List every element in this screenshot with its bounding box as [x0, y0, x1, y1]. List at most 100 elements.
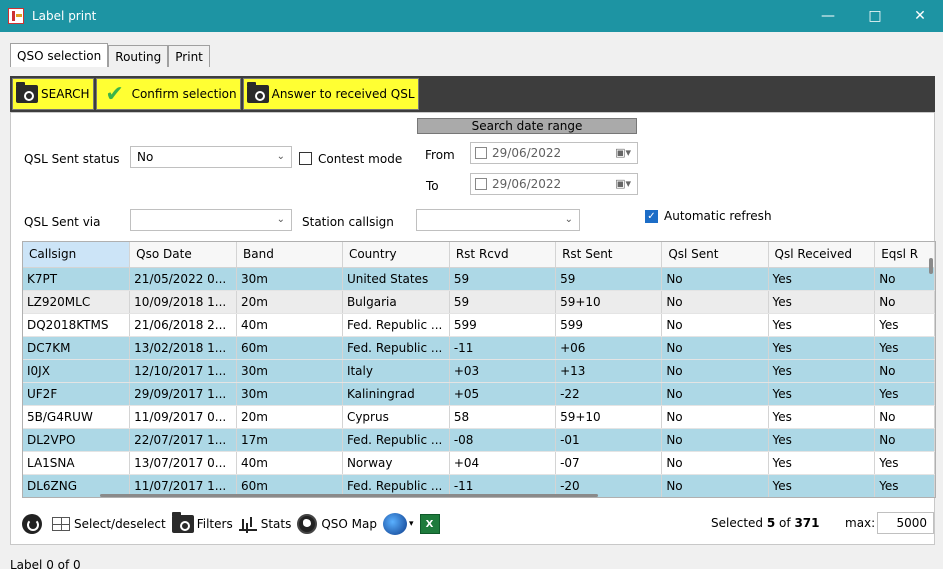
excel-export-button[interactable]: X — [419, 514, 440, 534]
qso-table: Callsign Qso Date Band Country Rst Rcvd Rst S… — [23, 242, 935, 497]
table-cell: No — [874, 428, 935, 452]
maximize-button[interactable]: □ — [852, 0, 898, 32]
table-cell: No — [661, 313, 769, 337]
google-earth-button[interactable]: ▾ — [383, 513, 414, 535]
confirm-selection-button[interactable]: ✔ Confirm selection — [95, 78, 241, 110]
bottom-toolbar: Select/deselect Filters Stats QSO Map ▾ … — [22, 511, 936, 537]
table-row[interactable]: K7PT 21/05/2022 0... 30m United States 59 59 N… — [23, 267, 935, 291]
from-date-value: 29/06/2022 — [492, 146, 562, 160]
table-cell: No — [661, 451, 769, 475]
earth-icon — [383, 513, 407, 535]
max-label: max: — [845, 516, 876, 530]
column-header[interactable]: Qsl Received — [768, 242, 876, 268]
table-cell: No — [661, 290, 769, 314]
table-cell: Norway — [342, 451, 450, 475]
contest-mode-checkbox[interactable] — [299, 152, 312, 165]
dropdown-arrow-icon: ▾ — [409, 519, 414, 529]
table-cell: 599 — [449, 313, 557, 337]
table-row[interactable]: LZ920MLC 10/09/2018 1... 20m Bulgaria 59 59+1… — [23, 290, 935, 314]
table-cell: 5B/G4RUW — [23, 405, 131, 429]
column-header[interactable]: Callsign — [23, 242, 131, 268]
from-date-checkbox[interactable] — [475, 147, 487, 159]
station-callsign-label: Station callsign — [302, 215, 394, 229]
to-date-checkbox[interactable] — [475, 178, 487, 190]
table-cell: LZ920MLC — [23, 290, 131, 314]
table-cell: 20m — [236, 405, 343, 429]
table-cell: Fed. Republic ... — [342, 428, 450, 452]
table-cell: 30m — [236, 359, 343, 383]
table-row[interactable]: DL2VPO 22/07/2017 1... 17m Fed. Republic ..… — [23, 428, 935, 452]
total-count: 371 — [794, 516, 820, 530]
calendar-dropdown-icon[interactable]: ▣▾ — [615, 143, 631, 163]
table-row[interactable]: DC7KM 13/02/2018 1... 60m Fed. Republic ...… — [23, 336, 935, 360]
app-icon — [8, 8, 24, 24]
to-date-picker[interactable]: 29/06/2022 ▣▾ — [470, 173, 638, 195]
table-cell: No — [661, 474, 769, 497]
vertical-scrollbar[interactable] — [929, 258, 933, 274]
table-row[interactable]: 5B/G4RUW 11/09/2017 0... 20m Cyprus 58 59+10 N… — [23, 405, 935, 429]
table-cell: +13 — [555, 359, 663, 383]
column-header[interactable]: Eqsl R — [874, 242, 935, 268]
tab-strip: QSO selection Routing Print — [10, 43, 210, 67]
action-toolbar: SEARCH ✔ Confirm selection Answer to rec… — [10, 76, 935, 112]
table-cell: -01 — [555, 428, 663, 452]
calendar-dropdown-icon[interactable]: ▣▾ — [615, 174, 631, 194]
horizontal-scrollbar[interactable] — [100, 494, 598, 497]
table-cell: Yes — [768, 313, 876, 337]
column-header[interactable]: Band — [236, 242, 343, 268]
table-cell: Yes — [768, 267, 876, 291]
column-header[interactable]: Qsl Sent — [661, 242, 769, 268]
answer-received-qsl-button[interactable]: Answer to received QSL — [242, 78, 419, 110]
globe-icon — [297, 514, 318, 534]
table-cell: 13/07/2017 0... — [129, 451, 238, 475]
table-cell: 17m — [236, 428, 343, 452]
table-cell: DL2VPO — [23, 428, 131, 452]
tab-print[interactable]: Print — [168, 45, 210, 67]
select-deselect-button[interactable]: Select/deselect — [52, 517, 166, 531]
date-range-header: Search date range — [417, 118, 637, 134]
table-cell: Kaliningrad — [342, 382, 450, 406]
refresh-button[interactable] — [22, 514, 46, 534]
table-cell: 20m — [236, 290, 343, 314]
column-header[interactable]: Qso Date — [129, 242, 238, 268]
minimize-button[interactable]: — — [805, 0, 851, 32]
column-header[interactable]: Country — [342, 242, 450, 268]
table-cell: No — [874, 267, 935, 291]
table-row[interactable]: LA1SNA 13/07/2017 0... 40m Norway +04 -07 No Ye… — [23, 451, 935, 475]
max-input[interactable]: 5000 — [877, 512, 934, 534]
filters-button[interactable]: Filters — [171, 512, 233, 533]
table-cell: -07 — [555, 451, 663, 475]
table-cell: No — [874, 405, 935, 429]
table-cell: No — [661, 405, 769, 429]
table-cell: Cyprus — [342, 405, 450, 429]
title-bar: Label print — □ ✕ — [0, 0, 943, 32]
qsl-sent-status-select[interactable]: No ⌄ — [130, 146, 292, 168]
close-button[interactable]: ✕ — [897, 0, 943, 32]
table-cell: Yes — [874, 313, 935, 337]
folder-search-icon — [16, 82, 38, 103]
table-cell: 12/10/2017 1... — [129, 359, 238, 383]
status-text: Label 0 of 0 — [10, 558, 81, 569]
table-cell: 58 — [449, 405, 557, 429]
tab-qso-selection[interactable]: QSO selection — [10, 43, 109, 67]
automatic-refresh-checkbox[interactable]: ✓ — [645, 210, 658, 223]
table-cell: No — [661, 428, 769, 452]
table-row[interactable]: UF2F 29/09/2017 1... 30m Kaliningrad +05 -22 N… — [23, 382, 935, 406]
bar-chart-icon — [238, 517, 257, 531]
search-button[interactable]: SEARCH — [12, 78, 94, 110]
table-cell: 21/06/2018 2... — [129, 313, 238, 337]
qsl-sent-via-select[interactable]: ⌄ — [130, 209, 292, 231]
tab-routing[interactable]: Routing — [108, 45, 169, 67]
checkmark-icon: ✔ — [105, 81, 124, 107]
stats-button[interactable]: Stats — [238, 517, 291, 531]
from-date-picker[interactable]: 29/06/2022 ▣▾ — [470, 142, 638, 164]
table-row[interactable]: DQ2018KTMS 21/06/2018 2... 40m Fed. Republi… — [23, 313, 935, 337]
table-cell: -22 — [555, 382, 663, 406]
column-header[interactable]: Rst Sent — [555, 242, 663, 268]
column-header[interactable]: Rst Rcvd — [449, 242, 557, 268]
station-callsign-select[interactable]: ⌄ — [416, 209, 580, 231]
table-cell: -08 — [449, 428, 557, 452]
qso-map-button[interactable]: QSO Map — [297, 514, 377, 534]
table-row[interactable]: I0JX 12/10/2017 1... 30m Italy +03 +13 No Yes No — [23, 359, 935, 383]
table-cell: +04 — [449, 451, 557, 475]
